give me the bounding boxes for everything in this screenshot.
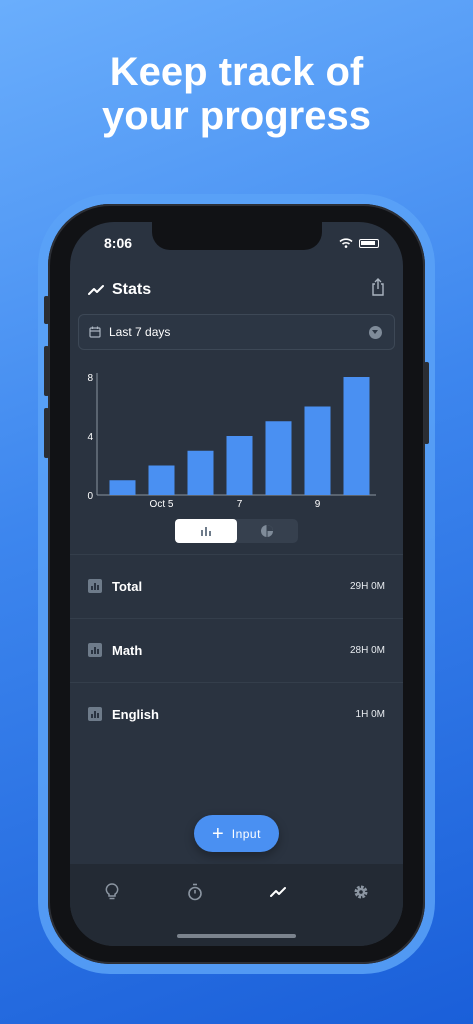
share-icon: [372, 278, 384, 296]
tab-stats[interactable]: [268, 882, 288, 902]
input-button[interactable]: + Input: [194, 815, 279, 852]
calendar-icon: [89, 326, 101, 338]
status-icons: [339, 238, 379, 248]
tab-timer[interactable]: [185, 882, 205, 902]
phone-power-button: [424, 362, 429, 444]
page-title: Stats: [112, 281, 152, 298]
subject-duration: 28H 0M: [349, 644, 385, 656]
subject-duration: 29H 0M: [349, 580, 385, 592]
stats-icon: [270, 887, 286, 897]
plus-icon: +: [212, 822, 224, 845]
home-indicator: [177, 934, 296, 938]
wifi-icon: [339, 238, 353, 248]
status-bar: 8:06: [70, 222, 403, 262]
list-item-math[interactable]: Math 28H 0M: [70, 618, 403, 682]
headline-line-1: Keep track of: [109, 50, 364, 94]
gear-icon: [354, 885, 368, 899]
bar-chart-icon: [88, 579, 102, 593]
headline: Keep track of your progress: [0, 50, 473, 138]
list-item-english[interactable]: English 1H 0M: [70, 682, 403, 746]
phone-side-button: [44, 296, 49, 324]
status-time: 8:06: [104, 235, 133, 251]
battery-icon: [359, 238, 379, 248]
bar-oct-10: [343, 377, 370, 495]
bar-view-button[interactable]: [175, 519, 237, 543]
list-item-total[interactable]: Total 29H 0M: [70, 554, 403, 618]
phone-volume-up: [44, 346, 49, 396]
bar-chart-icon: [88, 643, 102, 657]
subject-name: Total: [112, 578, 143, 594]
headline-line-2: your progress: [102, 94, 371, 138]
pie-chart-icon: [261, 525, 274, 537]
bar-chart-icon: [200, 527, 211, 536]
bar-chart: 0 4 8 Oct 5 7 9: [87, 373, 376, 510]
bar-oct-4: [109, 480, 136, 495]
x-tick-label: 9: [315, 499, 321, 510]
y-tick-label: 4: [87, 432, 93, 443]
lightbulb-icon: [105, 883, 119, 900]
subject-duration: 1H 0M: [355, 708, 385, 720]
x-tick-label: Oct 5: [150, 499, 174, 510]
bar-oct-7: [226, 436, 253, 495]
subject-name: Math: [112, 642, 143, 658]
trend-line-icon: [88, 285, 104, 295]
y-tick-label: 8: [87, 373, 93, 384]
date-range-select[interactable]: Last 7 days: [78, 314, 395, 350]
stats-header: Stats: [88, 278, 385, 302]
bar-oct-6: [187, 450, 214, 495]
tab-ideas[interactable]: [102, 882, 122, 902]
input-button-label: Input: [231, 826, 261, 841]
tab-bar: [70, 864, 403, 946]
phone-volume-down: [44, 408, 49, 458]
pie-view-button[interactable]: [237, 519, 299, 543]
app-screen: 8:06 Stats Last 7 days 0 4 8 Oct 5 7 9 T…: [70, 222, 403, 946]
y-tick-label: 0: [87, 491, 93, 502]
chevron-down-icon: [369, 326, 382, 339]
stopwatch-icon: [188, 883, 202, 901]
tab-settings[interactable]: [351, 882, 371, 902]
chart-view-toggle: [175, 519, 298, 543]
x-tick-label: 7: [237, 499, 243, 510]
subject-name: English: [112, 706, 159, 722]
bar-chart-icon: [88, 707, 102, 721]
date-range-label: Last 7 days: [109, 325, 171, 339]
bar-oct-8: [265, 421, 292, 495]
bar-oct-9: [304, 406, 331, 495]
share-button[interactable]: [371, 278, 385, 301]
bar-oct-5: [148, 465, 175, 495]
